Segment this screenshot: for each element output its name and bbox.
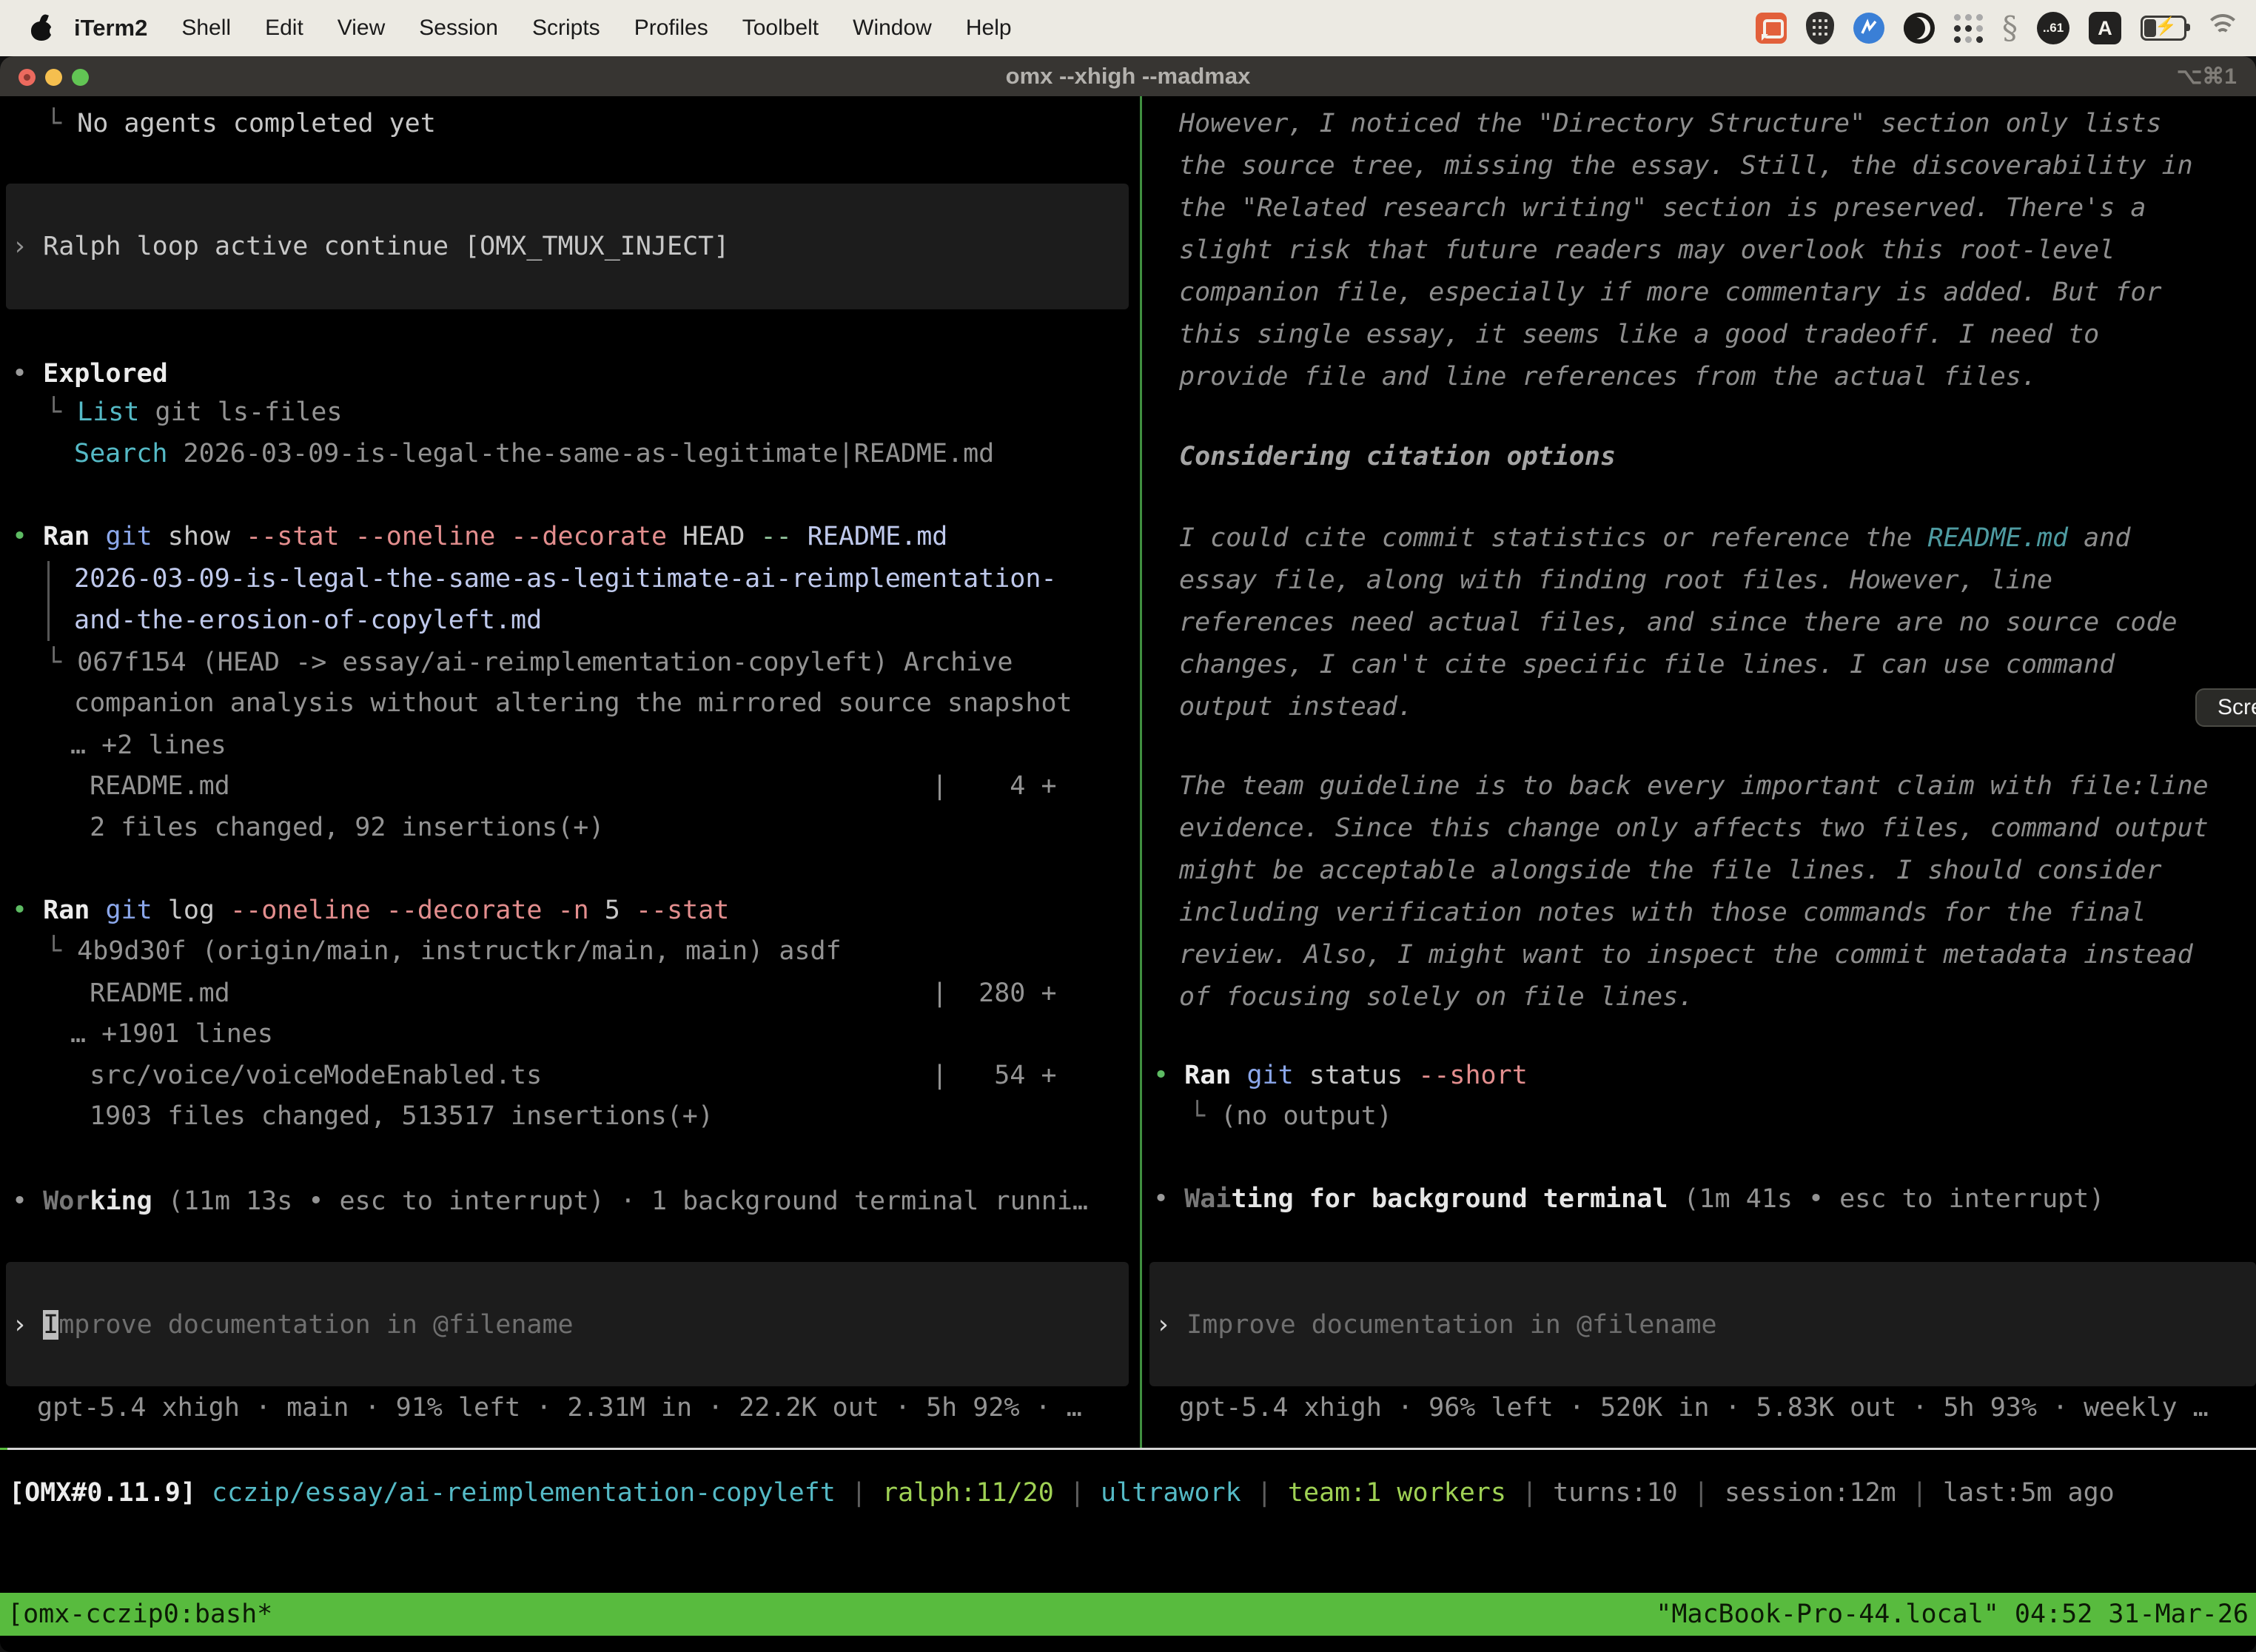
terminal-line: evidence. Since this change only affects… bbox=[1179, 807, 2209, 850]
terminal-line: └ (no output) bbox=[1189, 1095, 1392, 1138]
ran-git-log: • Ran git log --oneline --decorate -n 5 … bbox=[12, 889, 729, 932]
dark-moon-icon[interactable] bbox=[1904, 13, 1935, 44]
shield-grid-icon[interactable] bbox=[1806, 12, 1834, 44]
working-status: • Working (11m 13s • esc to interrupt) ·… bbox=[12, 1180, 1088, 1223]
terminal-line: and-the-erosion-of-copyleft.md bbox=[74, 599, 542, 642]
terminal-line: references need actual files, and since … bbox=[1179, 601, 2178, 644]
terminal-line: provide file and line references from th… bbox=[1179, 355, 2037, 398]
explored-header: • Explored bbox=[12, 352, 168, 395]
terminal-line: of focusing solely on file lines. bbox=[1179, 976, 1693, 1018]
menu-status-icons: § ..61 A ⚡ bbox=[1756, 12, 2240, 44]
menu-item-window[interactable]: Window bbox=[853, 16, 932, 41]
tmux-status-bar: [omx-cczip0:bash* "MacBook-Pro-44.local"… bbox=[0, 1593, 2256, 1636]
menu-item-profiles[interactable]: Profiles bbox=[634, 16, 708, 41]
terminal-line: I could cite commit statistics or refere… bbox=[1179, 517, 2130, 560]
assistant-label: A bbox=[2098, 17, 2112, 40]
terminal-line: └ 4b9d30f (origin/main, instructkr/main,… bbox=[46, 930, 842, 973]
menu-item-session[interactable]: Session bbox=[419, 16, 498, 41]
terminal-line: 2 files changed, 92 insertions(+) bbox=[74, 806, 604, 849]
battery-icon[interactable]: ⚡ bbox=[2141, 16, 2186, 41]
terminal-content: └ No agents completed yet › Ralph loop ac… bbox=[0, 0, 2256, 1652]
explored-search-line: Search 2026-03-09-is-legal-the-same-as-l… bbox=[74, 432, 994, 475]
terminal-line: … +2 lines bbox=[70, 724, 226, 767]
terminal-line: src/voice/voiceModeEnabled.ts | 54 + bbox=[74, 1054, 1057, 1097]
terminal-line: 1903 files changed, 513517 insertions(+) bbox=[74, 1095, 714, 1138]
gauge-label: ..61 bbox=[2043, 21, 2064, 36]
pane-divider[interactable] bbox=[1140, 96, 1142, 1448]
terminal-line: might be acceptable alongside the file l… bbox=[1179, 849, 2162, 892]
terminal-line: The team guideline is to back every impo… bbox=[1179, 765, 2209, 807]
wifi-icon[interactable] bbox=[2206, 16, 2240, 41]
terminal-line: README.md | 4 + bbox=[74, 765, 1057, 807]
tree-continuation-bar bbox=[47, 561, 50, 641]
tooltip-text: Scre bbox=[2218, 695, 2256, 720]
menu-item-view[interactable]: View bbox=[338, 16, 385, 41]
terminal-line: review. Also, I might want to inspect th… bbox=[1179, 933, 2193, 976]
terminal-line: this single essay, it seems like a good … bbox=[1179, 313, 2099, 356]
terminal-line: 2026-03-09-is-legal-the-same-as-legitima… bbox=[74, 557, 1057, 600]
terminal-line: the "Related research writing" section i… bbox=[1179, 187, 2146, 229]
right-model-status: gpt-5.4 xhigh · 96% left · 520K in · 5.8… bbox=[1179, 1386, 2209, 1429]
terminal-line: changes, I can't cite specific file line… bbox=[1179, 643, 2115, 686]
terminal-line: companion file, especially if more comme… bbox=[1179, 271, 2162, 314]
menu-items: iTerm2 Shell Edit View Session Scripts Profile… bbox=[74, 15, 1012, 41]
terminal-line: README.md | 280 + bbox=[74, 972, 1057, 1015]
terminal-line: companion analysis without altering the … bbox=[74, 682, 1072, 725]
terminal-line: essay file, along with finding root file… bbox=[1179, 559, 2052, 602]
screen-notification-tooltip[interactable]: Scre bbox=[2195, 688, 2256, 727]
omx-status-bar: [OMX#0.11.9] cczip/essay/ai-reimplementa… bbox=[9, 1471, 2115, 1514]
left-model-status: gpt-5.4 xhigh · main · 91% left · 2.31M … bbox=[37, 1386, 1082, 1429]
reasoning-heading: Considering citation options bbox=[1179, 435, 1616, 478]
left-prompt-text: › Improve documentation in @filename bbox=[12, 1303, 574, 1346]
menu-item-toolbelt[interactable]: Toolbelt bbox=[742, 16, 819, 41]
waiting-status: • Waiting for background terminal (1m 41… bbox=[1153, 1178, 2104, 1220]
menu-bar: iTerm2 Shell Edit View Session Scripts Profile… bbox=[0, 0, 2256, 56]
status-separator-accent bbox=[0, 1448, 7, 1450]
ran-git-show: • Ran git show --stat --oneline --decora… bbox=[12, 515, 947, 558]
terminal-line: including verification notes with those … bbox=[1179, 891, 2146, 934]
squiggle-icon[interactable]: § bbox=[2002, 13, 2018, 44]
right-prompt-text: › Improve documentation in @filename bbox=[1155, 1303, 1717, 1346]
tmux-host-clock: "MacBook-Pro-44.local" 04:52 31-Mar-26 bbox=[1656, 1593, 2249, 1636]
tmux-session-label: [omx-cczip0:bash* bbox=[7, 1593, 272, 1636]
terminal-line: the source tree, missing the essay. Stil… bbox=[1179, 144, 2193, 187]
menu-item-scripts[interactable]: Scripts bbox=[532, 16, 600, 41]
terminal-line: output instead. bbox=[1179, 685, 1413, 728]
apple-menu[interactable] bbox=[30, 14, 55, 42]
menu-item-shell[interactable]: Shell bbox=[181, 16, 231, 41]
terminal-line: └ 067f154 (HEAD -> essay/ai-reimplementa… bbox=[46, 641, 1013, 684]
desktop: { "menu_bar": { "items": ["iTerm2", "She… bbox=[0, 0, 2256, 1652]
terminal-line: … +1901 lines bbox=[70, 1013, 273, 1055]
status-separator-line bbox=[0, 1448, 2256, 1450]
ran-git-status: • Ran git status --short bbox=[1153, 1054, 1528, 1097]
assistant-icon[interactable]: A bbox=[2089, 12, 2121, 44]
dots-grid-icon[interactable] bbox=[1954, 14, 1983, 43]
gauge-icon[interactable]: ..61 bbox=[2037, 12, 2069, 44]
terminal-line: However, I noticed the "Directory Struct… bbox=[1179, 102, 2162, 145]
menu-item-edit[interactable]: Edit bbox=[265, 16, 303, 41]
blue-badge-icon[interactable] bbox=[1853, 13, 1884, 44]
terminal-line: slight risk that future readers may over… bbox=[1179, 229, 2115, 272]
ralph-loop-line: › Ralph loop active continue [OMX_TMUX_I… bbox=[12, 225, 729, 268]
agents-status-line: └ No agents completed yet bbox=[46, 102, 436, 145]
menu-item-iterm2[interactable]: iTerm2 bbox=[74, 15, 147, 41]
messages-icon[interactable] bbox=[1756, 13, 1787, 44]
explored-list-line: └ List git ls-files bbox=[46, 391, 342, 434]
menu-item-help[interactable]: Help bbox=[966, 16, 1012, 41]
